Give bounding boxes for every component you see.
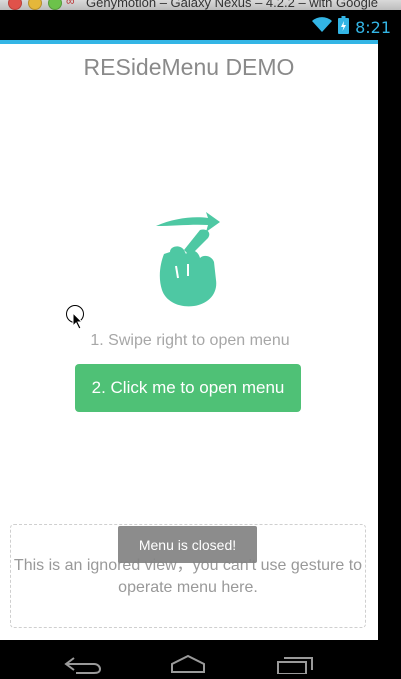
minimize-window-button[interactable] [28,0,42,10]
swipe-hint-text: 1. Swipe right to open menu [90,332,290,349]
recent-apps-icon[interactable] [276,654,314,679]
genymotion-icon: ∞ [66,0,75,8]
open-menu-button[interactable]: 2. Click me to open menu [75,364,301,412]
close-window-button[interactable] [8,0,22,10]
navigation-bar [0,640,401,679]
mouse-pointer-icon [72,311,84,335]
wifi-icon [312,17,333,38]
battery-icon [338,16,350,39]
window-title-bar: ∞ Genymotion – Galaxy Nexus – 4.2.2 – wi… [0,0,401,10]
zoom-window-button[interactable] [48,0,62,10]
back-icon[interactable] [64,654,102,679]
swipe-hand-icon [150,212,230,317]
home-icon[interactable] [168,654,208,679]
status-time: 8:21 [355,18,391,37]
page-title: RESideMenu DEMO [83,54,295,80]
status-bar: 8:21 [0,10,401,42]
toast-message: Menu is closed! [118,526,257,563]
app-screen: RESideMenu DEMO 1. Swipe right to open m… [0,44,378,640]
emulator-frame-edge [378,42,401,640]
window-title: Genymotion – Galaxy Nexus – 4.2.2 – with… [86,0,378,10]
